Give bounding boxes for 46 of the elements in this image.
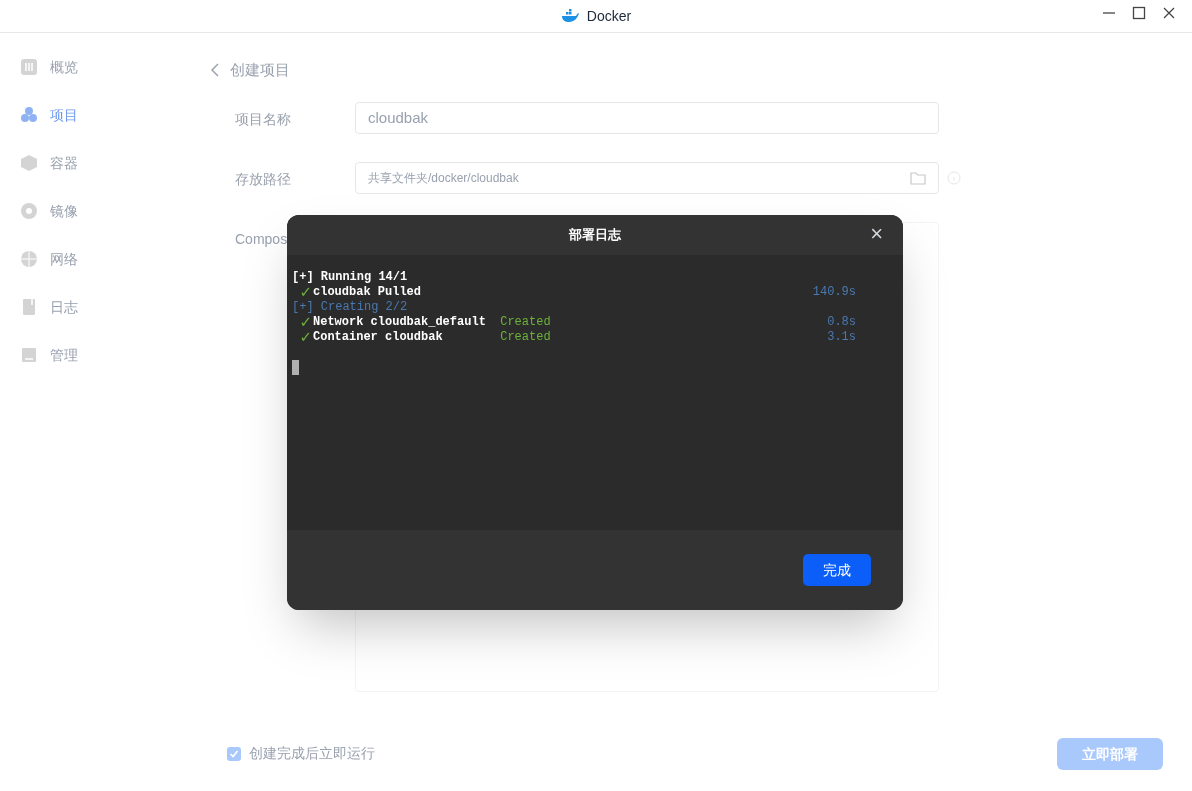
log-line: Network cloudbak_default <box>313 315 487 330</box>
sidebar-item[interactable]: 管理 <box>0 337 200 373</box>
terminal-cursor <box>292 360 299 375</box>
sidebar-item[interactable]: 项目 <box>0 97 200 133</box>
duration-text: 140.9s <box>811 285 856 300</box>
duration-text: 3.1s <box>826 330 856 345</box>
window-title: Docker <box>586 6 632 26</box>
book-icon <box>20 298 38 316</box>
deploy-button[interactable]: 立即部署 <box>1057 738 1163 770</box>
panel-icon <box>20 346 38 364</box>
globe-icon <box>20 250 38 268</box>
check-mark: ✓ <box>298 330 313 345</box>
sidebar-item[interactable]: 网络 <box>0 241 200 277</box>
back-icon[interactable] <box>210 63 220 78</box>
sidebar-item[interactable]: 日志 <box>0 289 200 325</box>
page-title: 创建项目 <box>230 60 290 80</box>
log-line: [+] Running 14/1 <box>292 270 408 285</box>
whale-logo-icon <box>560 9 579 23</box>
duration-text: 0.8s <box>826 315 856 330</box>
close-button[interactable]: × <box>870 223 883 245</box>
sidebar-item[interactable]: 镜像 <box>0 193 200 229</box>
run-after-create-label: 创建完成后立即运行 <box>249 744 375 763</box>
maximize-icon[interactable] <box>1132 6 1146 20</box>
field-label: Compos <box>235 229 289 249</box>
chart-icon <box>20 58 38 76</box>
checkbox[interactable] <box>227 746 241 761</box>
check-mark: ✓ <box>298 285 313 300</box>
cube-icon <box>20 154 38 172</box>
field-label: 存放路径 <box>235 169 292 189</box>
check-mark: ✓ <box>298 315 313 330</box>
sidebar-item[interactable]: 容器 <box>0 145 200 181</box>
status-text: Created <box>500 330 551 345</box>
path-field[interactable]: 共享文件夹/docker/cloudbak <box>355 161 939 194</box>
log-line: cloudbak Pulled <box>313 285 423 300</box>
done-button[interactable]: 完成 <box>803 554 871 586</box>
sidebar-item[interactable]: 概览 <box>0 49 200 85</box>
log-line: [+] Creating 2/2 <box>292 300 408 315</box>
folder-icon[interactable] <box>910 170 926 185</box>
cubes-icon <box>20 106 38 124</box>
name-field[interactable]: cloudbak <box>355 101 939 134</box>
disc-icon <box>20 202 38 220</box>
field-label: 项目名称 <box>235 109 292 129</box>
close-icon[interactable] <box>1162 6 1176 20</box>
dialog-title: 部署日志 <box>569 226 621 245</box>
log-line: Container cloudbak <box>313 330 444 345</box>
status-text: Created <box>500 315 551 330</box>
